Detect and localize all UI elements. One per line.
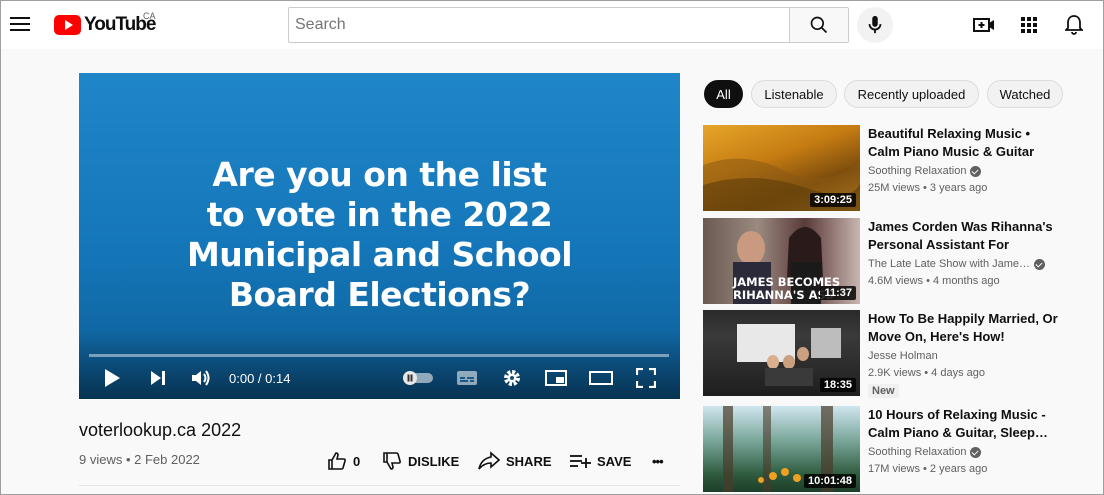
create-video-icon [973,18,994,32]
thumbnail-caption-line: RIHANNA'S ASS [733,288,834,302]
fullscreen-button[interactable] [633,364,659,392]
related-video-item[interactable]: JAMES BECOMES RIHANNA'S ASS 11:37 James … [703,218,1093,306]
related-video-title: How To Be Happily Married, Or Move On, H… [868,311,1058,344]
video-duration: 18:35 [819,378,856,392]
playlist-add-icon [570,455,591,468]
chip-all[interactable]: All [704,80,743,108]
settings-button[interactable] [499,364,525,392]
subtitles-icon [457,371,477,385]
channel-name-text: Jesse Holman [868,350,938,362]
play-button[interactable] [99,364,125,392]
related-video-item[interactable]: 3:09:25 Beautiful Relaxing Music • Calm … [703,125,1093,213]
channel-name[interactable]: Jesse Holman [868,350,938,362]
related-video-title: James Corden Was Rihanna's Personal Assi… [868,219,1053,252]
time-display: 0:00 / 0:14 [229,371,291,386]
video-frame-text: Are you on the list to vote in the 2022 … [79,155,680,315]
fullscreen-icon [636,368,656,388]
share-label: SHARE [506,453,552,469]
theater-mode-icon [589,371,613,385]
gear-icon [504,370,520,386]
search-button[interactable] [789,7,849,43]
volume-button[interactable] [189,364,215,392]
channel-name-text: Soothing Relaxation [868,446,967,458]
channel-name-text: The Late Late Show with Jame… [868,258,1031,270]
video-duration: 3:09:25 [810,193,856,207]
divider [79,485,680,486]
like-button[interactable]: 0 [327,449,360,473]
video-duration: 10:01:48 [803,474,856,488]
view-count: 25M views • 3 years ago [868,182,988,194]
new-badge: New [868,384,899,398]
share-icon [478,451,500,470]
chip-listenable[interactable]: Listenable [751,80,837,108]
top-bar: YouTube CA [1,1,1103,49]
volume-icon [192,370,210,386]
save-button[interactable]: SAVE [569,449,631,473]
video-frame-line: Municipal and School [186,235,573,274]
channel-name[interactable]: The Late Late Show with Jame… [868,258,1046,270]
video-meta: 9 views • 2 Feb 2022 [79,452,200,467]
video-frame-line: Are you on the list [212,155,547,194]
video-thumbnail[interactable]: JAMES BECOMES RIHANNA'S ASS 11:37 [703,218,860,304]
save-label: SAVE [597,453,632,469]
verified-check-icon [970,165,982,177]
more-actions-icon: ••• [652,453,664,469]
channel-name-text: Soothing Relaxation [868,165,967,177]
video-player[interactable]: Are you on the list to vote in the 2022 … [79,73,680,399]
subtitles-button[interactable] [454,364,480,392]
thumbs-up-icon [328,452,346,470]
more-actions-button[interactable]: ••• [652,449,664,473]
view-count: 17M views • 2 years ago [868,463,988,475]
apps-grid-icon [1021,17,1037,33]
thumbs-down-icon [383,452,401,470]
skip-next-icon [151,371,165,385]
apps-button[interactable] [1017,13,1041,37]
video-thumbnail[interactable]: 10:01:48 [703,406,860,492]
view-count: 2.9K views • 4 days ago [868,367,985,379]
next-button[interactable] [145,364,171,392]
video-duration: 11:37 [820,286,856,300]
search-input[interactable] [288,7,790,43]
autoplay-toggle[interactable] [401,364,435,392]
video-frame-line: to vote in the 2022 [206,195,553,234]
notifications-button[interactable] [1062,13,1086,37]
microphone-icon [868,15,882,34]
video-thumbnail[interactable]: 3:09:25 [703,125,860,211]
search-icon [810,16,828,34]
miniplayer-button[interactable] [543,364,569,392]
like-count: 0 [353,453,361,469]
related-video-item[interactable]: 18:35 How To Be Happily Married, Or Move… [703,310,1093,398]
share-button[interactable]: SHARE [478,449,552,473]
channel-name[interactable]: Soothing Relaxation [868,446,982,458]
miniplayer-icon [545,370,567,386]
view-count: 4.6M views • 4 months ago [868,275,1000,287]
play-icon [105,369,120,387]
video-frame-line: Board Elections? [228,275,531,314]
theater-mode-button[interactable] [588,364,614,392]
create-video-button[interactable] [972,13,996,37]
related-video-title: Beautiful Relaxing Music • Calm Piano Mu… [868,126,1035,159]
autoplay-toggle-icon [403,371,433,385]
youtube-play-icon [54,15,81,35]
chip-watched[interactable]: Watched [987,80,1063,108]
bell-icon [1065,15,1083,35]
dislike-button[interactable]: DISLIKE [382,449,459,473]
video-title: voterlookup.ca 2022 [79,420,242,440]
chip-recently-uploaded[interactable]: Recently uploaded [844,80,979,108]
progress-bar[interactable] [89,354,669,357]
channel-name[interactable]: Soothing Relaxation [868,165,982,177]
video-thumbnail[interactable]: 18:35 [703,310,860,396]
verified-check-icon [970,446,982,458]
related-video-item[interactable]: 10:01:48 10 Hours of Relaxing Music - Ca… [703,406,1093,494]
hamburger-menu-icon[interactable] [10,15,30,35]
country-code: CA [143,11,156,21]
voice-search-button[interactable] [857,7,893,43]
youtube-logo[interactable]: YouTube [54,13,156,37]
related-video-title: 10 Hours of Relaxing Music - Calm Piano … [868,407,1048,440]
dislike-label: DISLIKE [408,453,460,469]
verified-check-icon [1034,258,1046,270]
